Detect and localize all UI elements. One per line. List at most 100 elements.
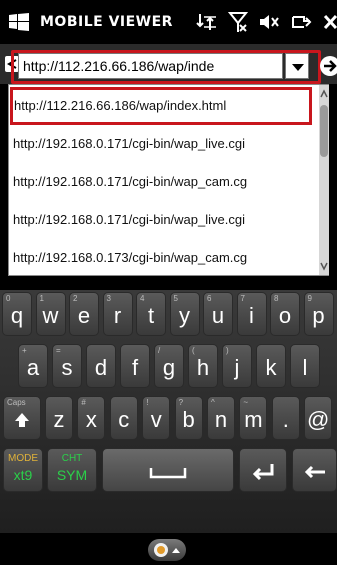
- url-dropdown-button[interactable]: [285, 53, 309, 79]
- history-item-selected[interactable]: http://112.216.66.186/wap/index.html: [10, 87, 312, 125]
- status-bar: MOBILE VIEWER: [0, 0, 337, 44]
- key-label: w: [42, 303, 59, 328]
- key-p[interactable]: 9p: [303, 292, 334, 336]
- key-d[interactable]: d: [86, 344, 116, 388]
- key-label: s: [61, 355, 73, 380]
- key-w[interactable]: 1w: [35, 292, 66, 336]
- url-history-list: http://112.216.66.186/wap/index.html htt…: [8, 84, 329, 276]
- key-label: u: [211, 303, 225, 328]
- key-e[interactable]: 2e: [69, 292, 99, 336]
- mode-key-top: MODE: [8, 453, 38, 464]
- space-icon: [149, 468, 187, 479]
- key-label: r: [113, 303, 122, 328]
- key-label: d: [94, 355, 108, 380]
- key-f[interactable]: f: [120, 344, 150, 388]
- key-hint: 7: [240, 294, 245, 303]
- key-label: g: [162, 355, 176, 380]
- key-v[interactable]: ! v: [142, 396, 171, 440]
- connectivity-icon[interactable]: [196, 12, 218, 32]
- volume-muted-icon[interactable]: [258, 12, 280, 32]
- keyboard-selector-icon: [154, 543, 180, 557]
- battery-charging-icon[interactable]: [290, 12, 312, 32]
- list-scrollbar[interactable]: [319, 85, 329, 275]
- key-label: k: [265, 355, 277, 380]
- key-period[interactable]: .: [271, 396, 300, 440]
- history-item[interactable]: http://192.168.0.171/cgi-bin/wap_live.cg…: [9, 125, 319, 163]
- key-label: f: [131, 355, 139, 380]
- key-m[interactable]: ~ m: [239, 396, 268, 440]
- key-n[interactable]: ^ n: [207, 396, 235, 440]
- key-b[interactable]: ? b: [174, 396, 203, 440]
- sym-key-label: SYM: [56, 467, 88, 483]
- key-s[interactable]: = s: [52, 344, 82, 388]
- app-title: MOBILE VIEWER: [40, 14, 173, 30]
- key-hint: (: [192, 346, 195, 355]
- backspace-icon: [304, 465, 325, 479]
- key-label: p: [312, 303, 325, 328]
- go-arrow-icon[interactable]: [318, 54, 337, 78]
- shift-key[interactable]: Caps: [3, 396, 41, 440]
- close-icon[interactable]: [322, 12, 337, 32]
- key-h[interactable]: (h: [188, 344, 218, 388]
- cht-key-top: CHT: [61, 453, 83, 464]
- key-x[interactable]: # x: [77, 396, 106, 440]
- key-z[interactable]: z: [45, 396, 73, 440]
- key-hint: =: [56, 346, 61, 355]
- key-hint: #: [81, 398, 86, 407]
- key-label: i: [249, 303, 254, 328]
- key-u[interactable]: 6u: [203, 292, 233, 336]
- key-label: n: [214, 407, 228, 432]
- key-hint: ^: [211, 398, 215, 407]
- bottom-bar: [0, 533, 337, 565]
- scroll-up-icon[interactable]: [320, 87, 328, 101]
- history-item[interactable]: http://192.168.0.173/cgi-bin/wap_cam.cg: [9, 239, 319, 277]
- scrollbar-thumb[interactable]: [320, 105, 328, 157]
- key-c[interactable]: c: [109, 396, 138, 440]
- key-hint: 9: [307, 294, 312, 303]
- key-hint: /: [158, 346, 161, 355]
- key-r[interactable]: 3r: [102, 292, 133, 336]
- key-label: h: [196, 355, 210, 380]
- key-label: t: [147, 303, 155, 328]
- key-label: o: [278, 303, 292, 328]
- history-item[interactable]: http://192.168.0.171/cgi-bin/wap_live.cg…: [9, 201, 319, 239]
- scroll-down-icon[interactable]: [320, 259, 328, 273]
- key-g[interactable]: / g: [154, 344, 184, 388]
- key-label: x: [85, 407, 97, 432]
- key-q[interactable]: 0q: [2, 292, 32, 336]
- key-a[interactable]: + a: [18, 344, 48, 388]
- key-hint: 1: [39, 294, 44, 303]
- key-hint: 4: [140, 294, 145, 303]
- key-k[interactable]: k: [256, 344, 286, 388]
- key-j[interactable]: ) j: [222, 344, 252, 388]
- key-label: z: [53, 407, 65, 432]
- backspace-key[interactable]: [292, 448, 337, 492]
- key-hint: +: [22, 346, 27, 355]
- url-input[interactable]: http://112.216.66.186/wap/inde: [18, 53, 283, 79]
- signal-off-icon[interactable]: [228, 11, 248, 33]
- key-hint: 2: [73, 294, 78, 303]
- shift-arrow-icon: [15, 413, 29, 427]
- windows-logo-icon[interactable]: [8, 12, 30, 32]
- key-t[interactable]: 4t: [136, 292, 166, 336]
- enter-key[interactable]: [239, 448, 287, 492]
- key-label: .: [282, 407, 289, 432]
- key-at[interactable]: @: [304, 396, 333, 440]
- symbol-key[interactable]: CHT SYM: [47, 448, 97, 492]
- key-hint: ~: [243, 398, 249, 407]
- key-label: @: [307, 407, 330, 432]
- key-label: c: [118, 407, 130, 432]
- mode-key[interactable]: MODE xt9: [3, 448, 43, 492]
- key-i[interactable]: 7i: [236, 292, 267, 336]
- space-key[interactable]: [102, 448, 234, 492]
- history-item[interactable]: http://192.168.0.171/cgi-bin/wap_cam.cg: [9, 163, 319, 201]
- key-label: m: [244, 407, 263, 432]
- key-l[interactable]: l: [290, 344, 320, 388]
- key-label: b: [182, 407, 195, 432]
- key-hint: 6: [207, 294, 212, 303]
- key-y[interactable]: 5y: [169, 292, 200, 336]
- input-panel-toggle[interactable]: [148, 539, 186, 561]
- key-label: v: [150, 407, 162, 432]
- key-label: a: [26, 355, 40, 380]
- key-o[interactable]: 8o: [270, 292, 300, 336]
